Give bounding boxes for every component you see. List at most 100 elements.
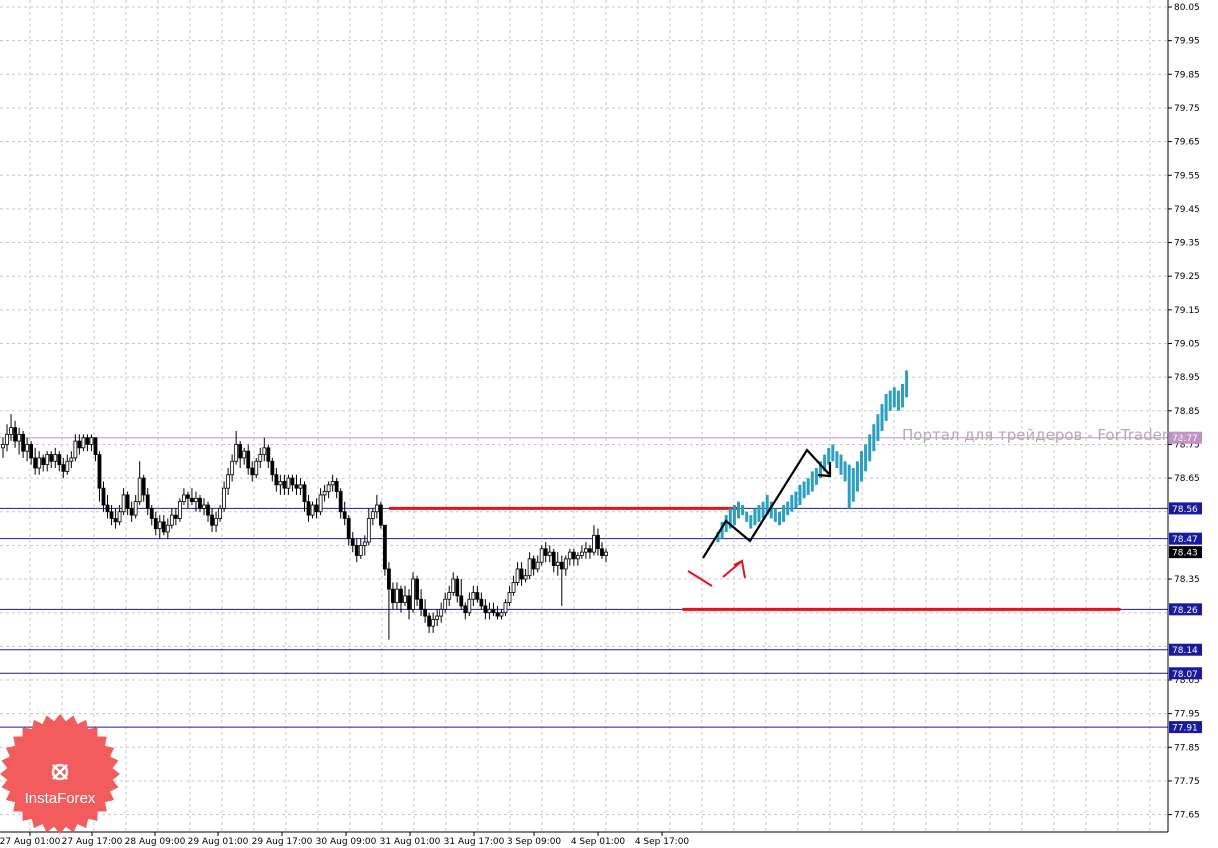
bear-candle-body	[77, 440, 82, 449]
bull-candle-body	[286, 477, 291, 489]
bull-candle-body	[584, 548, 588, 553]
price-tick-label: 79.95	[1174, 37, 1200, 47]
bear-candle-body	[97, 454, 102, 489]
bear-candle-body	[491, 608, 496, 614]
price-tick-label: 79.15	[1174, 306, 1200, 316]
watermark: Портал для трейдеров - ForTrader.ru	[902, 426, 1187, 444]
price-tag-label: 78.43	[1172, 549, 1198, 559]
bull-candle-body	[503, 602, 508, 614]
bear-candle-body	[41, 457, 46, 466]
bear-candle-body	[531, 558, 536, 570]
bull-candle-body	[202, 504, 206, 509]
time-tick-label: 31 Aug 17:00	[444, 837, 505, 847]
bull-candle-body	[535, 561, 540, 570]
bull-candle-body	[81, 437, 86, 449]
bear-candle-body	[519, 568, 524, 580]
bull-candle-body	[499, 612, 504, 617]
bear-candle-body	[334, 481, 339, 492]
bull-candle-body	[358, 545, 363, 556]
bull-candle-body	[65, 460, 70, 472]
bear-candle-body	[113, 518, 118, 523]
bear-candle-body	[483, 605, 488, 614]
bull-candle-body	[169, 514, 174, 526]
time-tick-label: 31 Aug 01:00	[380, 837, 441, 847]
bear-candle-body	[29, 444, 34, 459]
bear-candle-body	[354, 545, 359, 556]
bull-candle-body	[403, 595, 407, 604]
price-tag-label: 78.14	[1172, 646, 1198, 656]
bull-candle-body	[467, 598, 472, 614]
bull-candle-body	[262, 447, 267, 455]
price-tag-label: 78.26	[1172, 606, 1198, 616]
bull-candle-body	[9, 427, 13, 435]
bull-candle-body	[25, 444, 30, 452]
bull-candle-body	[318, 494, 323, 513]
price-tick-label: 77.95	[1174, 710, 1200, 720]
bull-candle-body	[471, 592, 476, 600]
price-chart: 80.05 79.95 79.85 79.75 79.65 79.55 79.45 79.35…	[0, 0, 1218, 848]
bear-candle-body	[495, 612, 500, 617]
bull-candle-body	[439, 608, 444, 617]
bull-candle-body	[330, 481, 335, 486]
bear-candle-body	[387, 568, 391, 590]
bear-candle-body	[210, 514, 214, 526]
bear-candle-body	[415, 578, 419, 600]
time-tick-label: 30 Aug 09:00	[316, 837, 377, 847]
bear-candle-body	[13, 427, 17, 442]
price-tick-label: 78.95	[1174, 373, 1200, 383]
bear-candle-body	[342, 511, 347, 519]
bear-candle-body	[129, 507, 134, 516]
price-tick-label: 77.65	[1174, 811, 1200, 821]
bear-candle-body	[588, 548, 592, 553]
bear-candle-body	[459, 595, 464, 607]
bear-candle-body	[105, 504, 110, 513]
bear-candle-body	[238, 444, 243, 459]
bull-candle-body	[515, 568, 520, 583]
bear-candle-body	[475, 592, 480, 600]
bear-candle-body	[49, 454, 54, 462]
bull-candle-body	[443, 598, 448, 610]
logo-text: InstaForex	[25, 790, 96, 807]
price-tick-label: 79.55	[1174, 171, 1200, 181]
bull-candle-body	[527, 558, 532, 577]
bull-candle-body	[447, 592, 452, 600]
bull-candle-body	[555, 561, 560, 566]
bear-candle-body	[463, 605, 468, 614]
time-tick-label: 29 Aug 01:00	[188, 837, 249, 847]
bull-candle-body	[539, 548, 544, 563]
bear-candle-body	[61, 464, 66, 472]
bear-candle-body	[455, 578, 460, 597]
price-tick-label: 79.35	[1174, 239, 1200, 249]
price-tick-label: 79.75	[1174, 104, 1200, 114]
bull-candle-body	[563, 558, 568, 570]
bear-candle-body	[266, 447, 271, 462]
bear-candle-body	[350, 538, 355, 546]
bull-candle-body	[1, 444, 5, 449]
price-tick-label: 78.85	[1174, 407, 1200, 417]
chart-background	[0, 0, 1218, 848]
bull-candle-body	[322, 491, 327, 496]
bull-candle-body	[194, 497, 198, 503]
bear-candle-body	[302, 484, 307, 503]
bear-candle-body	[57, 454, 62, 466]
bull-candle-body	[435, 615, 440, 620]
bull-candle-body	[117, 511, 122, 523]
bull-candle-body	[89, 437, 94, 445]
bear-candle-body	[101, 487, 106, 506]
bear-candle-body	[161, 521, 166, 533]
bull-candle-body	[326, 484, 331, 492]
time-tick-label: 27 Aug 01:00	[0, 837, 61, 847]
bear-candle-body	[382, 524, 387, 570]
bull-candle-body	[487, 608, 492, 614]
bull-candle-body	[177, 501, 182, 519]
bull-candle-body	[366, 518, 371, 543]
bull-candle-body	[374, 504, 379, 513]
bull-candle-body	[523, 575, 528, 580]
time-tick-label: 27 Aug 17:00	[62, 837, 123, 847]
bear-candle-body	[145, 494, 150, 509]
bear-candle-body	[378, 504, 383, 526]
price-tick-label: 78.35	[1174, 575, 1200, 585]
bull-candle-body	[511, 582, 516, 593]
bull-candle-body	[592, 534, 596, 553]
bear-candle-body	[306, 501, 311, 516]
